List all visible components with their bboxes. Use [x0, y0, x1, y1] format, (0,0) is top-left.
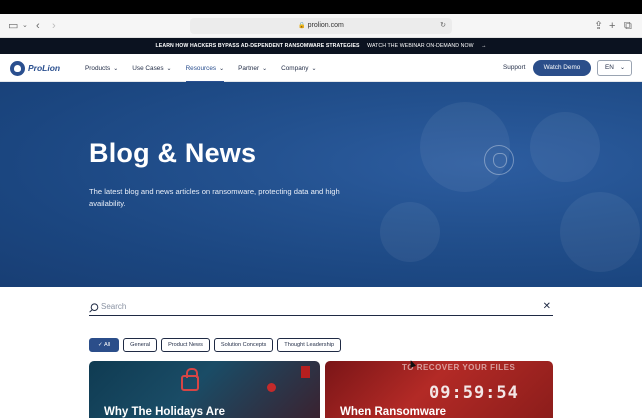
- logo-text: ProLion: [28, 63, 61, 73]
- chevron-down-icon: ⌄: [166, 65, 172, 72]
- banner-headline: LEARN HOW HACKERS BYPASS AD-DEPENDENT RA…: [155, 43, 360, 49]
- support-link[interactable]: Support: [503, 64, 525, 71]
- card-image-timer: 09:59:54: [429, 383, 519, 403]
- lion-badge-icon: [484, 145, 514, 175]
- card-image-decor: [301, 366, 310, 378]
- blog-card[interactable]: TO RECOVER YOUR FILES 09:59:54 When Rans…: [325, 361, 553, 418]
- hero-section: Blog & News The latest blog and news art…: [0, 82, 642, 287]
- page-subtitle: The latest blog and news articles on ran…: [89, 187, 340, 208]
- back-icon[interactable]: ‹: [36, 19, 40, 33]
- nav-item-resources[interactable]: Resources ⌄: [185, 54, 225, 82]
- filter-label: All: [103, 342, 111, 348]
- filter-general[interactable]: General: [123, 338, 158, 352]
- chevron-down-icon[interactable]: ⌄: [22, 19, 28, 33]
- search-bar[interactable]: Search ✕: [89, 300, 553, 316]
- search-input[interactable]: Search: [101, 302, 126, 311]
- nav-item-use-cases[interactable]: Use Cases ⌄: [132, 54, 171, 82]
- category-filters: ✓ All General Product News Solution Conc…: [89, 338, 342, 352]
- logo[interactable]: ProLion: [10, 60, 60, 76]
- nav-item-label: Use Cases: [132, 64, 164, 72]
- chevron-down-icon: ⌄: [113, 65, 119, 72]
- page-title: Blog & News: [89, 138, 257, 168]
- chevron-down-icon: ⌄: [262, 65, 268, 72]
- reload-icon[interactable]: ↻: [440, 18, 446, 34]
- filter-all[interactable]: ✓ All: [89, 338, 120, 352]
- main-nav: ProLion Products ⌄ Use Cases ⌄ Resources ⌄ …: [0, 54, 642, 82]
- address-bar[interactable]: 🔒 prolion.com ↻: [190, 18, 452, 34]
- nav-item-label: Company: [281, 64, 309, 72]
- address-text: prolion.com: [307, 22, 344, 29]
- nav-item-label: Products: [85, 64, 111, 72]
- share-icon[interactable]: ⇪: [594, 19, 603, 33]
- lock-icon: 🔒: [298, 23, 306, 29]
- hero-bokeh: [530, 112, 600, 182]
- card-image-decor: [267, 383, 276, 392]
- padlock-icon: [181, 368, 199, 391]
- blog-card[interactable]: Why The Holidays Are: [89, 361, 320, 418]
- nav-menu: Products ⌄ Use Cases ⌄ Resources ⌄ Partner ⌄…: [85, 54, 331, 82]
- filter-thought-leadership[interactable]: Thought Leadership: [277, 338, 342, 352]
- arrow-right-icon: →: [481, 43, 487, 49]
- banner-cta[interactable]: WATCH THE WEBINAR ON-DEMAND NOW: [367, 43, 473, 49]
- nav-item-partner[interactable]: Partner ⌄: [238, 54, 267, 82]
- filter-solution-concepts[interactable]: Solution Concepts: [213, 338, 274, 352]
- filter-product-news[interactable]: Product News: [161, 338, 210, 352]
- hero-bokeh: [560, 192, 640, 272]
- nav-item-label: Partner: [238, 64, 260, 72]
- watch-demo-button[interactable]: Watch Demo: [533, 60, 591, 76]
- chevron-down-icon: ⌄: [311, 65, 317, 72]
- nav-item-products[interactable]: Products ⌄: [85, 54, 118, 82]
- sidebar-icon[interactable]: ▭: [8, 19, 18, 33]
- browser-toolbar: ▭ ⌄ ‹ › 🔒 prolion.com ↻ ⇪ + ⧉: [0, 14, 642, 38]
- new-tab-icon[interactable]: +: [609, 19, 615, 33]
- promo-banner[interactable]: LEARN HOW HACKERS BYPASS AD-DEPENDENT RA…: [0, 38, 642, 54]
- card-image-caption: TO RECOVER YOUR FILES: [402, 363, 516, 372]
- close-icon[interactable]: ✕: [543, 301, 551, 312]
- forward-icon[interactable]: ›: [52, 19, 56, 33]
- language-value: EN: [605, 64, 614, 71]
- os-top-bar: [0, 0, 642, 14]
- lion-logo-icon: [10, 60, 25, 76]
- card-title: When Ransomware: [340, 406, 447, 418]
- chevron-down-icon: ⌄: [619, 65, 625, 71]
- nav-item-label: Resources: [185, 64, 217, 72]
- nav-item-company[interactable]: Company ⌄: [281, 54, 316, 82]
- language-select[interactable]: EN ⌄: [597, 60, 632, 76]
- tabs-overview-icon[interactable]: ⧉: [624, 19, 632, 33]
- card-title: Why The Holidays Are: [104, 406, 225, 418]
- hero-bokeh: [380, 202, 440, 262]
- search-icon: [89, 303, 99, 313]
- chevron-down-icon: ⌄: [219, 65, 225, 72]
